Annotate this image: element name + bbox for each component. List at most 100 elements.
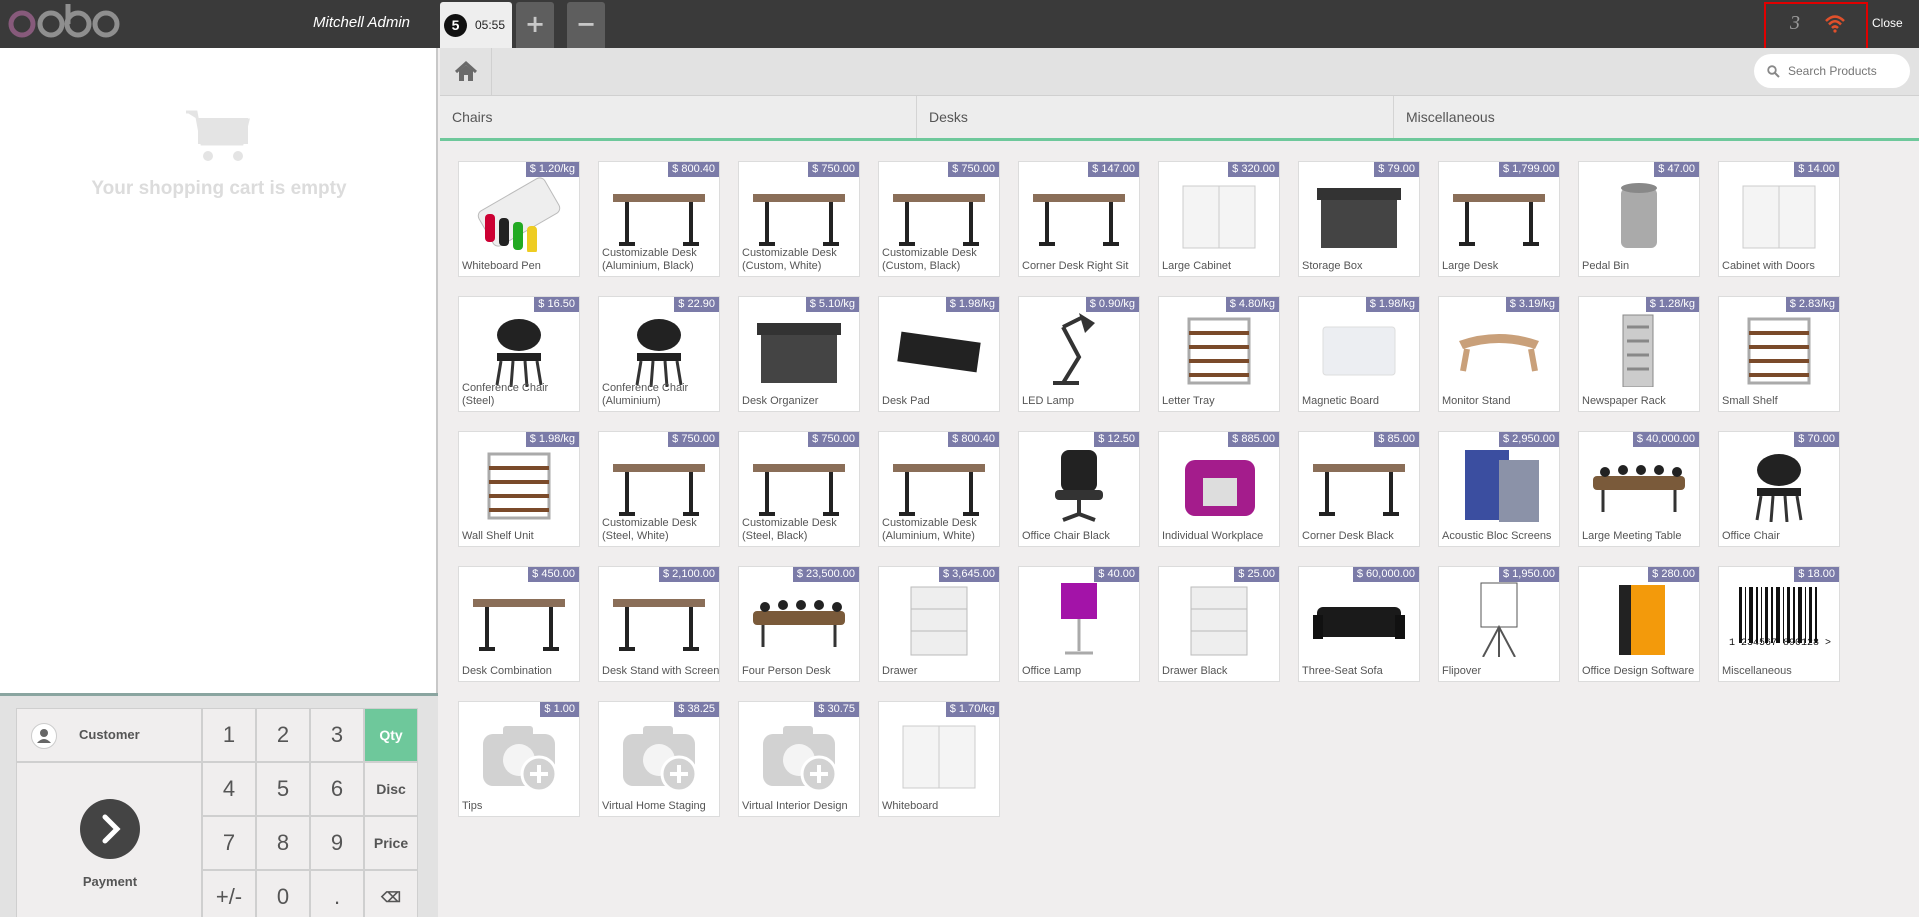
search-box[interactable]: [1754, 54, 1910, 88]
product-card[interactable]: $ 450.00 Desk Combination: [458, 566, 580, 682]
product-name: Large Cabinet: [1162, 260, 1232, 272]
payment-button[interactable]: Payment: [16, 762, 202, 917]
backspace-button[interactable]: ⌫: [364, 870, 418, 917]
product-card[interactable]: $ 30.75 Virtual Interior Design: [738, 701, 860, 817]
product-card[interactable]: $ 1.28/kg Newspaper Rack: [1578, 296, 1700, 412]
bin-icon: [1621, 183, 1657, 248]
disc-mode-button[interactable]: Disc: [364, 762, 418, 816]
plus-minus-button[interactable]: +/-: [202, 870, 256, 917]
product-card[interactable]: $ 5.10/kg Desk Organizer: [738, 296, 860, 412]
remove-order-button[interactable]: −: [567, 2, 605, 48]
desk-icon: [753, 464, 845, 516]
product-name: Large Meeting Table: [1582, 530, 1682, 542]
product-name: Individual Workplace: [1162, 530, 1264, 542]
product-card[interactable]: $ 147.00 Corner Desk Right Sit: [1018, 161, 1140, 277]
key-8[interactable]: 8: [256, 816, 310, 870]
product-card[interactable]: $ 38.25 Virtual Home Staging: [598, 701, 720, 817]
product-card[interactable]: $ 2,100.00 Desk Stand with Screen: [598, 566, 720, 682]
product-name: Whiteboard Pen: [462, 260, 541, 272]
product-price: $ 280.00: [1648, 567, 1699, 582]
product-card[interactable]: 1 234567 890128 > $ 18.00 Miscellaneous: [1718, 566, 1840, 682]
product-card[interactable]: $ 70.00 Office Chair: [1718, 431, 1840, 547]
sync-status-count[interactable]: 3: [1790, 12, 1800, 35]
order-tab[interactable]: 5 05:55: [440, 2, 512, 48]
product-card[interactable]: $ 85.00 Corner Desk Black: [1298, 431, 1420, 547]
category-miscellaneous[interactable]: Miscellaneous: [1394, 96, 1919, 138]
product-card[interactable]: $ 1,799.00 Large Desk: [1438, 161, 1560, 277]
product-card[interactable]: $ 2.83/kg Small Shelf: [1718, 296, 1840, 412]
product-card[interactable]: $ 16.50 Conference Chair (Steel): [458, 296, 580, 412]
product-card[interactable]: $ 12.50 Office Chair Black: [1018, 431, 1140, 547]
product-card[interactable]: $ 79.00 Storage Box: [1298, 161, 1420, 277]
product-card[interactable]: $ 3,645.00 Drawer: [878, 566, 1000, 682]
key-2[interactable]: 2: [256, 708, 310, 762]
product-card[interactable]: $ 23,500.00 Four Person Desk: [738, 566, 860, 682]
product-card[interactable]: $ 40,000.00 Large Meeting Table: [1578, 431, 1700, 547]
product-card[interactable]: $ 1.20/kg Whiteboard Pen: [458, 161, 580, 277]
search-input[interactable]: [1788, 62, 1904, 80]
numpad-area: Customer Payment 1 2 3 Qty 4 5 6 Disc 7 8 9 Price +/…: [0, 693, 438, 917]
product-card[interactable]: $ 750.00 Customizable Desk (Custom, Black…: [878, 161, 1000, 277]
product-card[interactable]: $ 280.00 Office Design Software: [1578, 566, 1700, 682]
product-name: Customizable Desk (Custom, Black): [882, 247, 977, 272]
chair-icon: [635, 319, 683, 387]
qty-mode-button[interactable]: Qty: [364, 708, 418, 762]
category-desks[interactable]: Desks: [917, 96, 1394, 138]
board-icon: [1322, 326, 1396, 376]
product-card[interactable]: $ 1.70/kg Whiteboard: [878, 701, 1000, 817]
key-0[interactable]: 0: [256, 870, 310, 917]
product-card[interactable]: $ 750.00 Customizable Desk (Steel, White): [598, 431, 720, 547]
product-name: Drawer Black: [1162, 665, 1228, 677]
key-9[interactable]: 9: [310, 816, 364, 870]
product-card[interactable]: $ 1.98/kg Desk Pad: [878, 296, 1000, 412]
category-chairs[interactable]: Chairs: [440, 96, 917, 138]
price-mode-button[interactable]: Price: [364, 816, 418, 870]
product-card[interactable]: $ 885.00 Individual Workplace: [1158, 431, 1280, 547]
product-name: Magnetic Board: [1302, 395, 1380, 407]
product-price: $ 2,100.00: [659, 567, 719, 582]
home-category-button[interactable]: [440, 48, 492, 96]
shelf-icon: [1187, 317, 1251, 385]
product-card[interactable]: $ 320.00 Large Cabinet: [1158, 161, 1280, 277]
product-card[interactable]: $ 800.40 Customizable Desk (Aluminium, Bl…: [598, 161, 720, 277]
breadcrumb-bar: [440, 48, 1919, 96]
product-price: $ 2,950.00: [1499, 432, 1559, 447]
product-card[interactable]: $ 800.40 Customizable Desk (Aluminium, Wh…: [878, 431, 1000, 547]
product-price: $ 4.80/kg: [1225, 297, 1279, 312]
product-card[interactable]: $ 22.90 Conference Chair (Aluminium): [598, 296, 720, 412]
product-card[interactable]: $ 4.80/kg Letter Tray: [1158, 296, 1280, 412]
product-card[interactable]: $ 1.98/kg Magnetic Board: [1298, 296, 1420, 412]
product-card[interactable]: $ 14.00 Cabinet with Doors: [1718, 161, 1840, 277]
product-card[interactable]: $ 1,950.00 Flipover: [1438, 566, 1560, 682]
order-pane: Your shopping cart is empty Customer Pay…: [0, 48, 438, 917]
key-3[interactable]: 3: [310, 708, 364, 762]
product-card[interactable]: $ 750.00 Customizable Desk (Custom, White…: [738, 161, 860, 277]
key-1[interactable]: 1: [202, 708, 256, 762]
decimal-button[interactable]: .: [310, 870, 364, 917]
product-card[interactable]: $ 0.90/kg LED Lamp: [1018, 296, 1140, 412]
product-card[interactable]: $ 25.00 Drawer Black: [1158, 566, 1280, 682]
product-card[interactable]: $ 60,000.00 Three-Seat Sofa: [1298, 566, 1420, 682]
product-card[interactable]: $ 1.00 Tips: [458, 701, 580, 817]
customer-button[interactable]: Customer: [16, 708, 202, 762]
product-card[interactable]: $ 1.98/kg Wall Shelf Unit: [458, 431, 580, 547]
product-card[interactable]: $ 3.19/kg Monitor Stand: [1438, 296, 1560, 412]
product-name: Office Design Software: [1582, 665, 1695, 677]
key-7[interactable]: 7: [202, 816, 256, 870]
product-card[interactable]: $ 750.00 Customizable Desk (Steel, Black): [738, 431, 860, 547]
home-icon: [454, 60, 478, 81]
product-card[interactable]: $ 2,950.00 Acoustic Bloc Screens: [1438, 431, 1560, 547]
wifi-icon[interactable]: [1824, 13, 1846, 33]
add-order-button[interactable]: +: [516, 2, 554, 48]
lamp2-icon: [1061, 583, 1097, 655]
product-name: Customizable Desk (Aluminium, Black): [602, 247, 697, 272]
key-4[interactable]: 4: [202, 762, 256, 816]
product-card[interactable]: $ 40.00 Office Lamp: [1018, 566, 1140, 682]
close-button[interactable]: Close: [1872, 16, 1903, 30]
rack-icon: [1622, 314, 1654, 387]
key-6[interactable]: 6: [310, 762, 364, 816]
user-name: Mitchell Admin: [313, 14, 410, 31]
product-card[interactable]: $ 47.00 Pedal Bin: [1578, 161, 1700, 277]
desk-icon: [613, 194, 705, 246]
key-5[interactable]: 5: [256, 762, 310, 816]
